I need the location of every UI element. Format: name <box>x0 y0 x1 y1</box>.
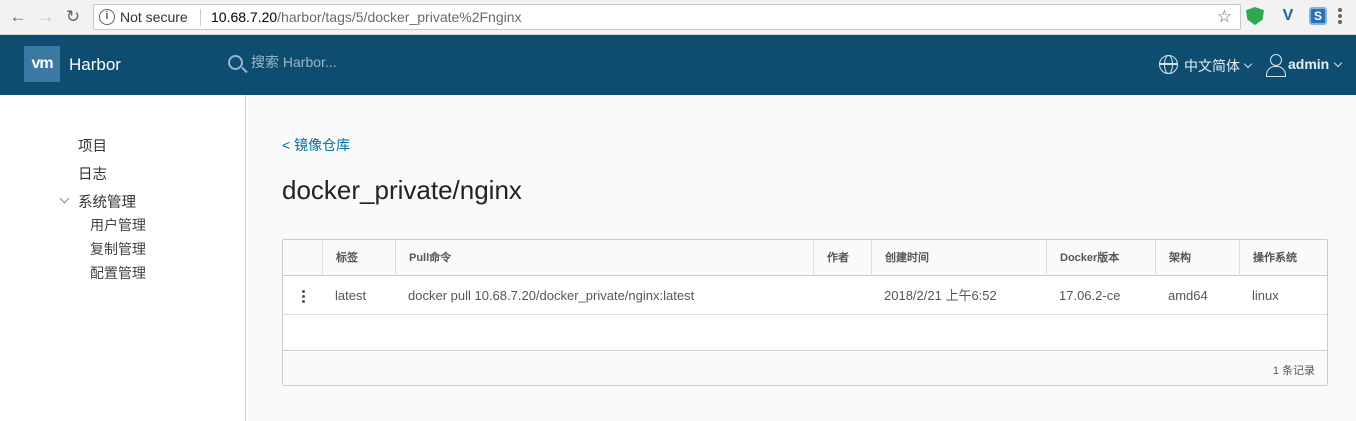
globe-icon <box>1159 55 1178 74</box>
column-header-arch[interactable]: 架构 <box>1155 240 1239 276</box>
star-icon[interactable]: ☆ <box>1217 7 1232 27</box>
row-actions-icon[interactable] <box>302 290 305 305</box>
security-label: Not secure <box>120 9 188 25</box>
main-content: < 镜像仓库 docker_private/nginx 标签 Pull命令 作者… <box>247 95 1356 421</box>
cell-docker-version: 17.06.2-ce <box>1059 288 1121 303</box>
column-header-tag[interactable]: 标签 <box>322 240 395 276</box>
language-label: 中文简体 <box>1184 58 1240 74</box>
sidebar-item-configuration[interactable]: 配置管理 <box>90 263 146 283</box>
cell-os: linux <box>1252 288 1279 303</box>
column-header-author[interactable]: 作者 <box>813 240 871 276</box>
sidebar-item-replication[interactable]: 复制管理 <box>90 239 146 259</box>
column-header-docker-version[interactable]: Docker版本 <box>1046 240 1155 276</box>
cell-tag: latest <box>335 288 367 303</box>
menu-icon[interactable] <box>1338 8 1342 26</box>
vm-logo[interactable]: vm <box>24 46 60 82</box>
url-path: /harbor/tags/5/docker_private%2Fnginx <box>277 9 522 25</box>
column-header-os[interactable]: 操作系统 <box>1239 240 1327 276</box>
cell-created: 2018/2/21 上午6:52 <box>884 288 997 303</box>
chevron-down-icon <box>1243 59 1253 69</box>
record-count: 1 条记录 <box>1272 365 1315 377</box>
table-empty-space <box>283 316 1327 351</box>
user-icon <box>1266 53 1286 77</box>
address-bar[interactable]: i Not secure 10.68.7.20/harbor/tags/5/do… <box>93 4 1241 30</box>
url-host: 10.68.7.20 <box>211 9 278 25</box>
reload-icon[interactable]: ↻ <box>63 7 83 27</box>
browser-toolbar: ← → ↻ i Not secure 10.68.7.20/harbor/tag… <box>0 0 1356 35</box>
column-header-pull[interactable]: Pull命令 <box>395 240 813 276</box>
search-icon <box>228 55 243 70</box>
app-header: vm Harbor 中文简体 admin <box>0 35 1356 95</box>
search-input[interactable] <box>251 54 451 70</box>
sidebar-item-administration[interactable]: 系统管理 <box>78 191 136 212</box>
sidebar-item-logs[interactable]: 日志 <box>78 163 107 184</box>
column-actions-header <box>283 240 322 276</box>
forward-icon[interactable]: → <box>36 7 56 27</box>
v-extension-icon[interactable]: V <box>1279 7 1297 25</box>
cell-author <box>813 277 826 315</box>
sidebar: 项目 日志 系统管理 用户管理 复制管理 配置管理 <box>0 95 246 421</box>
chevron-down-icon <box>1333 58 1343 68</box>
info-icon[interactable]: i <box>99 9 115 25</box>
tags-table: 标签 Pull命令 作者 创建时间 Docker版本 架构 操作系统 lates… <box>282 239 1328 386</box>
breadcrumb[interactable]: < 镜像仓库 <box>282 135 350 155</box>
table-header: 标签 Pull命令 作者 创建时间 Docker版本 架构 操作系统 <box>283 240 1327 276</box>
url-text[interactable]: 10.68.7.20/harbor/tags/5/docker_private%… <box>211 9 522 25</box>
back-icon[interactable]: ← <box>8 7 28 27</box>
s-extension-icon[interactable]: S <box>1309 7 1327 25</box>
username: admin <box>1288 56 1330 72</box>
sidebar-item-users[interactable]: 用户管理 <box>90 215 146 235</box>
page-title: docker_private/nginx <box>282 175 522 205</box>
table-footer: 1 条记录 <box>283 352 1327 385</box>
table-row[interactable]: latest docker pull 10.68.7.20/docker_pri… <box>283 277 1327 315</box>
chevron-down-icon[interactable] <box>59 193 70 204</box>
sidebar-item-projects[interactable]: 项目 <box>78 135 107 156</box>
brand-name[interactable]: Harbor <box>69 55 121 75</box>
column-header-created[interactable]: 创建时间 <box>871 240 1046 276</box>
address-divider <box>200 9 201 26</box>
shield-extension-icon[interactable] <box>1246 7 1264 25</box>
cell-pull-command: docker pull 10.68.7.20/docker_private/ng… <box>408 288 695 303</box>
cell-arch: amd64 <box>1168 288 1208 303</box>
